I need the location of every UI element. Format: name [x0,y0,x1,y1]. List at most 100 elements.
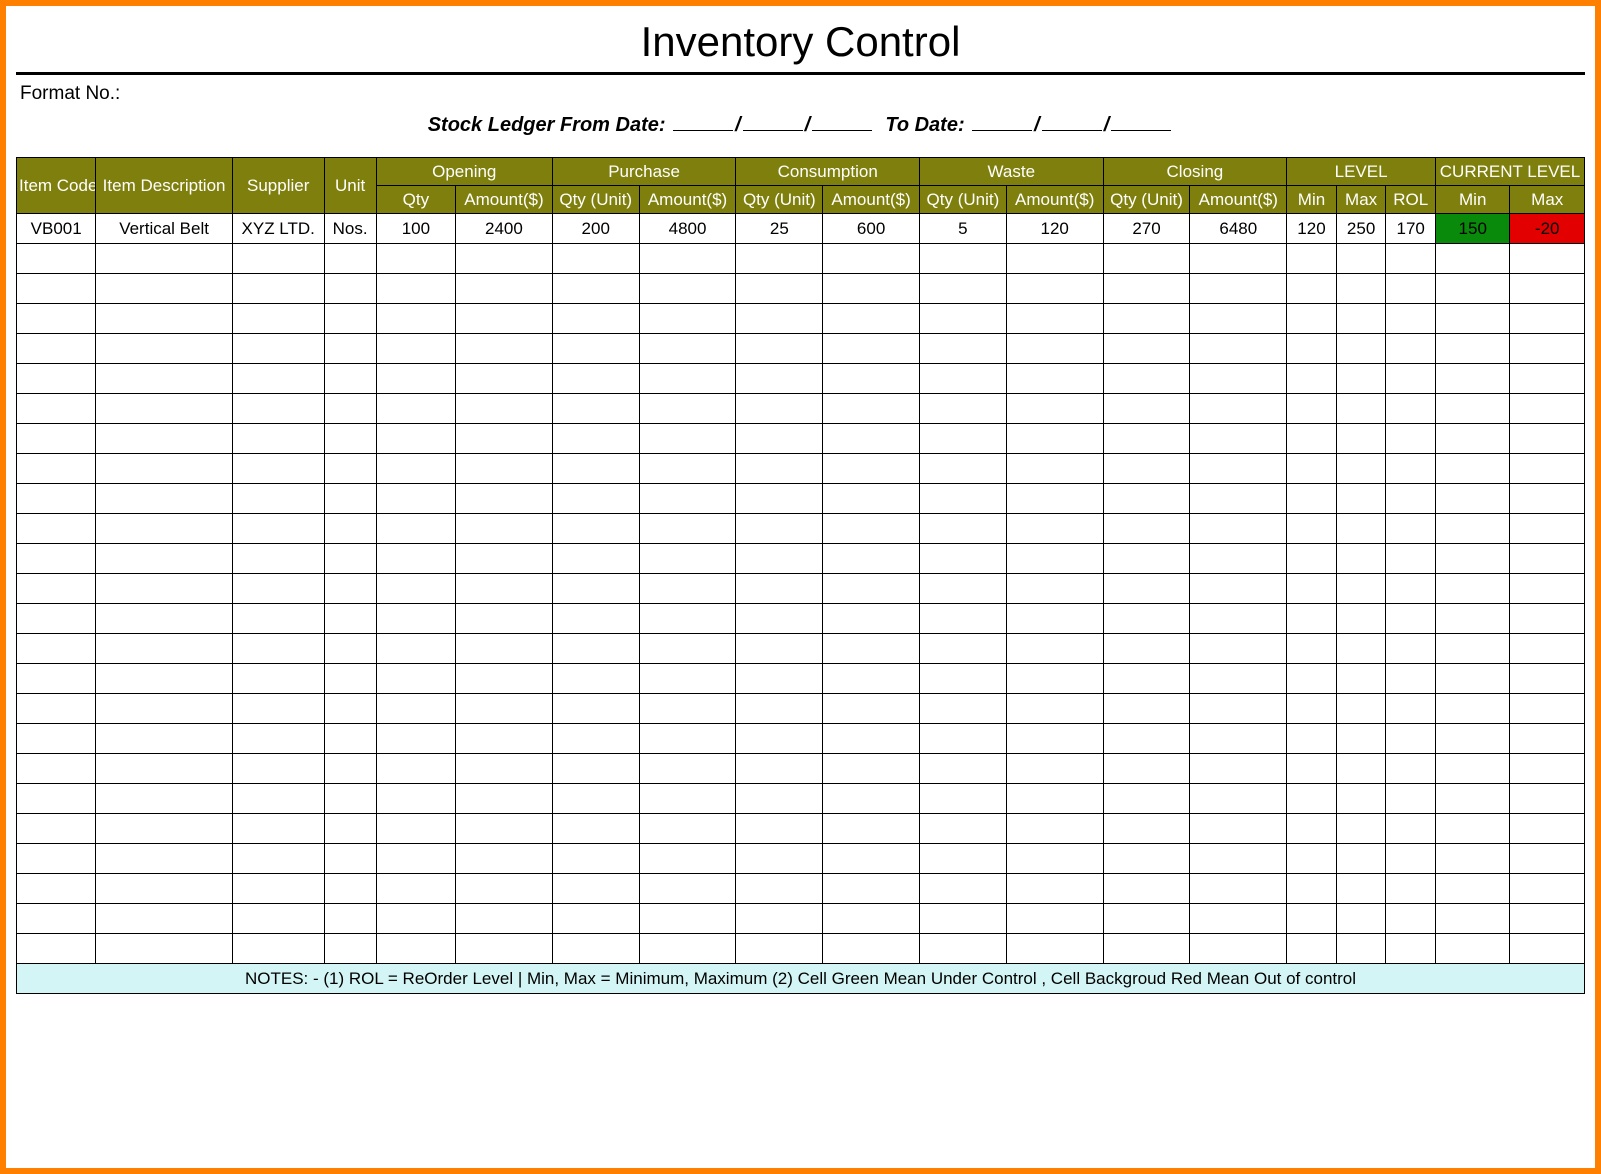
empty-cell[interactable] [552,424,639,454]
empty-cell[interactable] [1336,394,1386,424]
empty-cell[interactable] [324,874,376,904]
empty-cell[interactable] [96,844,232,874]
empty-cell[interactable] [639,874,736,904]
empty-cell[interactable] [456,814,553,844]
empty-cell[interactable] [1287,874,1337,904]
empty-cell[interactable] [552,814,639,844]
empty-cell[interactable] [920,694,1007,724]
empty-cell[interactable] [736,934,823,964]
empty-cell[interactable] [736,724,823,754]
empty-cell[interactable] [1103,664,1190,694]
empty-cell[interactable] [1287,394,1337,424]
empty-cell[interactable] [736,484,823,514]
empty-cell[interactable] [1336,364,1386,394]
empty-cell[interactable] [1103,754,1190,784]
empty-cell[interactable] [1287,934,1337,964]
empty-cell[interactable] [1006,874,1103,904]
empty-cell[interactable] [920,484,1007,514]
empty-cell[interactable] [1386,874,1436,904]
cell-cur_max[interactable]: -20 [1510,214,1585,244]
empty-cell[interactable] [1386,544,1436,574]
empty-cell[interactable] [736,694,823,724]
empty-cell[interactable] [1006,454,1103,484]
empty-cell[interactable] [1436,244,1510,274]
empty-cell[interactable] [1510,664,1585,694]
empty-cell[interactable] [1006,664,1103,694]
empty-cell[interactable] [1386,484,1436,514]
empty-cell[interactable] [96,754,232,784]
empty-cell[interactable] [1436,904,1510,934]
empty-cell[interactable] [1336,244,1386,274]
empty-cell[interactable] [1287,904,1337,934]
empty-cell[interactable] [1006,244,1103,274]
empty-cell[interactable] [456,844,553,874]
from-date-month[interactable] [743,113,803,131]
empty-cell[interactable] [1510,304,1585,334]
empty-cell[interactable] [920,754,1007,784]
empty-cell[interactable] [1190,754,1287,784]
empty-cell[interactable] [1287,634,1337,664]
empty-cell[interactable] [456,574,553,604]
empty-cell[interactable] [920,364,1007,394]
empty-cell[interactable] [1103,844,1190,874]
empty-cell[interactable] [456,934,553,964]
empty-cell[interactable] [1336,664,1386,694]
empty-cell[interactable] [376,514,455,544]
empty-cell[interactable] [1436,874,1510,904]
empty-cell[interactable] [96,484,232,514]
empty-cell[interactable] [639,394,736,424]
empty-cell[interactable] [920,664,1007,694]
empty-cell[interactable] [1190,904,1287,934]
empty-cell[interactable] [17,484,96,514]
empty-cell[interactable] [1287,784,1337,814]
empty-cell[interactable] [232,544,324,574]
empty-cell[interactable] [639,334,736,364]
empty-cell[interactable] [376,274,455,304]
empty-cell[interactable] [736,394,823,424]
empty-cell[interactable] [1006,634,1103,664]
empty-cell[interactable] [920,934,1007,964]
empty-cell[interactable] [17,664,96,694]
empty-cell[interactable] [552,574,639,604]
empty-cell[interactable] [96,394,232,424]
empty-cell[interactable] [17,394,96,424]
empty-cell[interactable] [639,934,736,964]
empty-cell[interactable] [1386,574,1436,604]
empty-cell[interactable] [1190,934,1287,964]
empty-cell[interactable] [1386,904,1436,934]
empty-cell[interactable] [1336,424,1386,454]
empty-cell[interactable] [376,394,455,424]
empty-cell[interactable] [639,784,736,814]
empty-cell[interactable] [1190,514,1287,544]
cell-close_amt[interactable]: 6480 [1190,214,1287,244]
empty-cell[interactable] [1510,274,1585,304]
empty-cell[interactable] [1436,334,1510,364]
empty-cell[interactable] [1190,574,1287,604]
empty-cell[interactable] [376,334,455,364]
empty-cell[interactable] [823,364,920,394]
empty-cell[interactable] [1287,544,1337,574]
empty-cell[interactable] [823,844,920,874]
empty-cell[interactable] [639,844,736,874]
to-date-month[interactable] [1042,113,1102,131]
empty-cell[interactable] [456,274,553,304]
empty-cell[interactable] [1287,334,1337,364]
empty-cell[interactable] [17,454,96,484]
empty-cell[interactable] [1103,814,1190,844]
empty-cell[interactable] [823,724,920,754]
empty-cell[interactable] [1103,904,1190,934]
empty-cell[interactable] [1287,454,1337,484]
empty-cell[interactable] [552,634,639,664]
empty-cell[interactable] [17,274,96,304]
empty-cell[interactable] [1006,424,1103,454]
empty-cell[interactable] [456,364,553,394]
cell-con_amt[interactable]: 600 [823,214,920,244]
empty-cell[interactable] [232,394,324,424]
empty-cell[interactable] [232,754,324,784]
empty-cell[interactable] [1436,424,1510,454]
empty-cell[interactable] [552,724,639,754]
empty-cell[interactable] [639,484,736,514]
cell-cur_min[interactable]: 150 [1436,214,1510,244]
empty-cell[interactable] [96,304,232,334]
cell-lvl_max[interactable]: 250 [1336,214,1386,244]
